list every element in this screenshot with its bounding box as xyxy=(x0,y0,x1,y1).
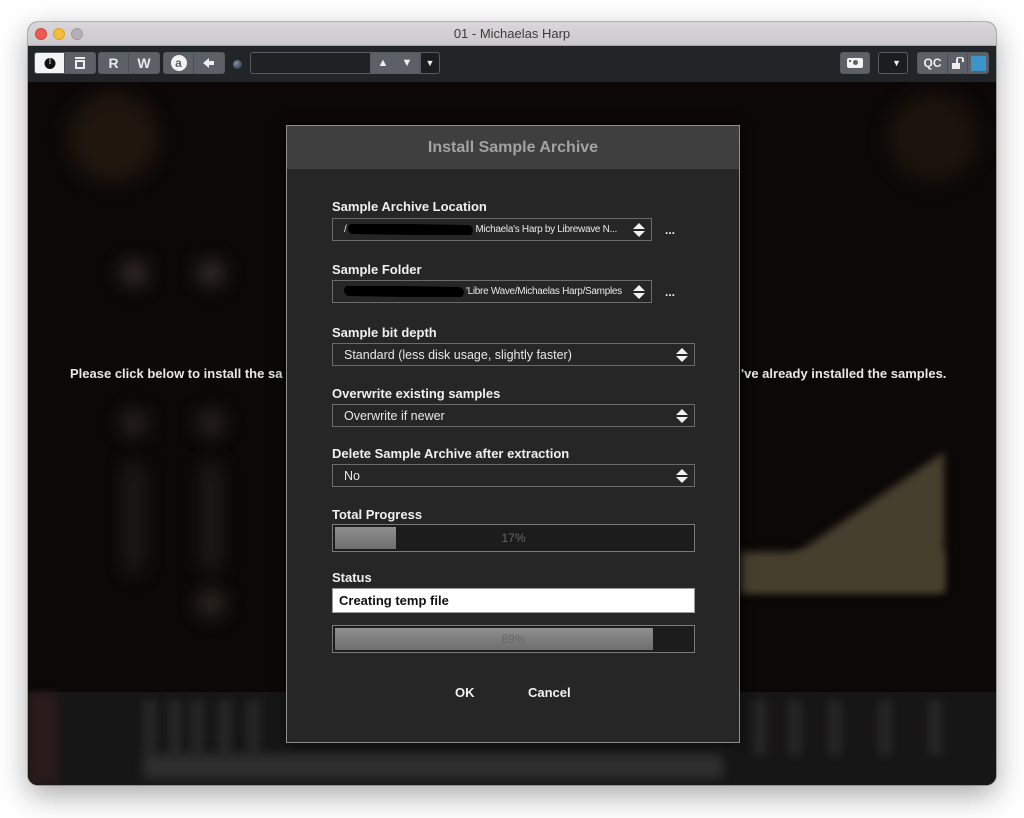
bit-depth-label: Sample bit depth xyxy=(332,325,437,340)
compare-group: a xyxy=(163,52,225,74)
total-progress-text: 17% xyxy=(501,531,526,545)
overwrite-value: Overwrite if newer xyxy=(344,408,445,423)
up-down-stepper-icon xyxy=(670,468,694,483)
bg-key xyxy=(28,692,58,785)
bg-knob xyxy=(123,412,145,434)
bit-depth-value: Standard (less disk usage, slightly fast… xyxy=(344,347,572,362)
overwrite-select[interactable]: Overwrite if newer xyxy=(332,404,695,427)
chevron-down-icon: ▼ xyxy=(892,58,901,68)
overwrite-label: Overwrite existing samples xyxy=(332,386,501,401)
bg-decoration xyxy=(68,92,158,182)
preset-menu-button[interactable]: ▼ xyxy=(420,52,440,74)
bg-key xyxy=(190,700,204,755)
archive-location-value: / Michaela's Harp by Librewave N... xyxy=(344,223,627,236)
redacted-path xyxy=(348,223,474,236)
total-progress-bar: 17% xyxy=(332,524,695,552)
delete-archive-value: No xyxy=(344,468,360,483)
bg-key xyxy=(753,700,767,755)
install-instructions-left: Please click below to install the sa xyxy=(70,366,283,381)
sample-folder-select[interactable]: 'Libre Wave/Michaelas Harp/Samples xyxy=(332,280,652,303)
bg-knob xyxy=(200,592,222,614)
unlock-icon xyxy=(951,57,964,69)
lock-button[interactable] xyxy=(948,53,968,73)
preset-navigation[interactable]: ▲ ▼ xyxy=(370,52,420,74)
bg-knob xyxy=(123,262,145,284)
status-label: Status xyxy=(332,570,372,585)
sample-folder-label: Sample Folder xyxy=(332,262,422,277)
bg-knob xyxy=(200,412,222,434)
load-preset-icon[interactable]: ▲ xyxy=(378,57,389,69)
bg-key xyxy=(788,700,802,755)
up-down-stepper-icon xyxy=(627,284,651,299)
camera-icon xyxy=(847,58,863,68)
dialog-title: Install Sample Archive xyxy=(427,138,599,156)
read-write-group: R W xyxy=(98,52,160,74)
bg-key xyxy=(143,700,157,755)
path-prefix: / xyxy=(344,224,347,236)
browse-archive-button[interactable]: ... xyxy=(665,223,675,237)
path-tail: Michaela's Harp by Librewave N... xyxy=(475,224,618,236)
output-menu-button[interactable]: ▼ xyxy=(878,52,908,74)
bg-key xyxy=(928,700,942,755)
bit-depth-select[interactable]: Standard (less disk usage, slightly fast… xyxy=(332,343,695,366)
instrument-background: Please click below to install the sa 've… xyxy=(28,82,996,785)
status-field: Creating temp file xyxy=(332,588,695,613)
bg-key xyxy=(878,700,892,755)
archive-location-select[interactable]: / Michaela's Harp by Librewave N... xyxy=(332,218,652,241)
bg-slider xyxy=(205,462,217,572)
bg-knob xyxy=(200,262,222,284)
color-swatch xyxy=(970,55,986,71)
up-down-stepper-icon xyxy=(670,408,694,423)
file-progress-text: 89% xyxy=(501,632,526,646)
bg-key xyxy=(246,700,260,755)
power-insert-group xyxy=(34,52,96,74)
delete-archive-select[interactable]: No xyxy=(332,464,695,487)
up-down-stepper-icon xyxy=(627,222,651,237)
up-down-stepper-icon xyxy=(670,347,694,362)
chevron-down-icon: ▼ xyxy=(425,58,435,68)
bg-key-strip xyxy=(143,754,723,779)
total-progress-label: Total Progress xyxy=(332,507,423,522)
power-button[interactable] xyxy=(35,53,65,73)
color-swatch-button[interactable] xyxy=(968,53,988,73)
plugin-window: 01 - Michaelas Harp R W a ▲ ▼ ▼ ▼ QC Ple… xyxy=(28,22,996,785)
dialog-header: Install Sample Archive xyxy=(287,126,739,169)
insert-button[interactable] xyxy=(65,53,95,73)
bg-slider xyxy=(128,462,140,572)
install-sample-archive-dialog: Install Sample Archive Sample Archive Lo… xyxy=(286,125,740,743)
sample-folder-value: 'Libre Wave/Michaelas Harp/Samples xyxy=(344,285,627,298)
bg-key xyxy=(218,700,232,755)
bg-key xyxy=(828,700,842,755)
file-progress-bar: 89% xyxy=(332,625,695,653)
insert-slot-icon xyxy=(75,57,85,69)
quick-controls-group: QC xyxy=(917,52,989,74)
a-circle-icon: a xyxy=(170,55,187,71)
power-icon xyxy=(44,57,55,69)
copy-settings-button[interactable] xyxy=(194,53,224,73)
write-automation-button[interactable]: W xyxy=(129,53,159,73)
delete-archive-label: Delete Sample Archive after extraction xyxy=(332,446,570,461)
compare-a-button[interactable]: a xyxy=(164,53,194,73)
bg-decoration xyxy=(888,92,978,182)
left-arrow-icon xyxy=(203,58,214,68)
browse-folder-button[interactable]: ... xyxy=(665,285,675,299)
bg-envelope-fill xyxy=(740,552,944,592)
cancel-button[interactable]: Cancel xyxy=(528,685,571,700)
plugin-toolbar: R W a ▲ ▼ ▼ ▼ QC xyxy=(28,46,996,82)
install-instructions-right: 've already installed the samples. xyxy=(741,366,947,381)
archive-location-label: Sample Archive Location xyxy=(332,199,487,214)
save-preset-icon[interactable]: ▼ xyxy=(402,57,413,69)
activity-led-icon xyxy=(233,60,242,69)
snapshot-button[interactable] xyxy=(840,52,870,74)
quick-controls-button[interactable]: QC xyxy=(918,53,948,73)
window-title: 01 - Michaelas Harp xyxy=(453,26,571,41)
title-bar: 01 - Michaelas Harp xyxy=(28,22,996,46)
ok-button[interactable]: OK xyxy=(455,685,475,700)
path-tail: 'Libre Wave/Michaelas Harp/Samples xyxy=(466,286,622,298)
preset-field[interactable] xyxy=(250,52,370,74)
read-automation-button[interactable]: R xyxy=(99,53,129,73)
redacted-path xyxy=(344,285,465,298)
bg-key xyxy=(168,700,182,755)
